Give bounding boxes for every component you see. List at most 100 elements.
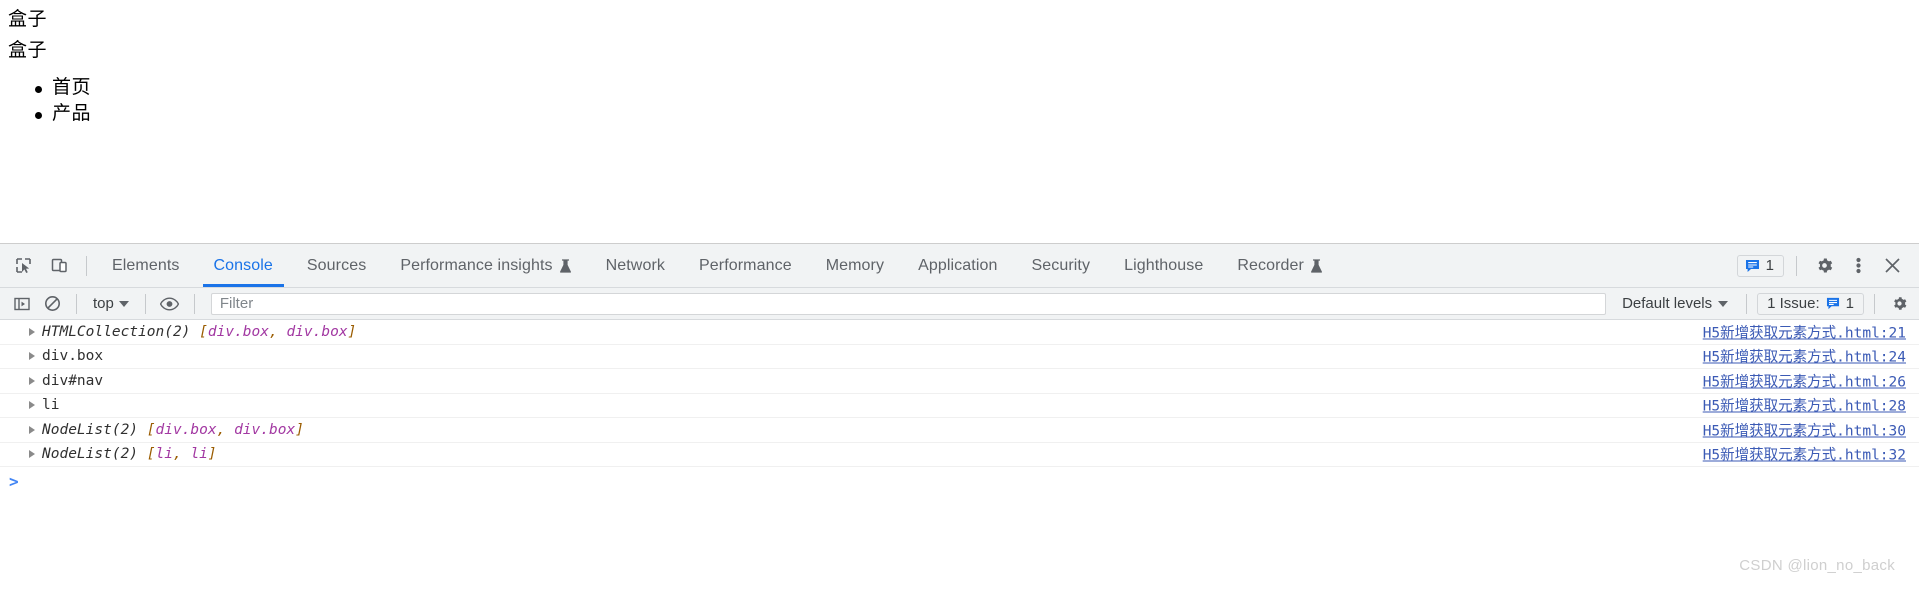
box-text-1: 盒子 — [8, 9, 48, 30]
console-filter-input[interactable] — [210, 292, 1607, 315]
node-token: li — [190, 446, 208, 462]
bracket-close: ] — [347, 323, 357, 340]
chevron-down-icon — [1718, 300, 1729, 307]
tab-application[interactable]: Application — [901, 244, 1014, 287]
console-message-text: NodeList(2) [div.box, div.box] — [42, 421, 304, 438]
flask-icon — [559, 259, 572, 274]
tab-label: Console — [213, 256, 273, 274]
tab-label: Application — [918, 256, 998, 274]
issues-button[interactable]: 1 Issue: 1 — [1757, 292, 1864, 315]
tab-recorder[interactable]: Recorder — [1220, 244, 1340, 287]
console-message-prefix: NodeList(2) — [42, 421, 147, 438]
source-link[interactable]: H5新增获取元素方式.html:30 — [1703, 419, 1906, 440]
expand-arrow-icon[interactable] — [29, 327, 35, 336]
execution-context-selector[interactable]: top — [87, 295, 135, 312]
log-levels-selector[interactable]: Default levels — [1614, 295, 1736, 312]
issues-count: 1 — [1845, 295, 1854, 312]
tab-label: Elements — [112, 256, 180, 274]
nav-item-home[interactable]: 首页 — [35, 75, 1919, 101]
tab-memory[interactable]: Memory — [809, 244, 901, 287]
console-message-text: HTMLCollection(2) [div.box, div.box] — [42, 323, 357, 340]
source-link[interactable]: H5新增获取元素方式.html:21 — [1703, 321, 1906, 342]
console-message-prefix: div.box — [42, 348, 104, 364]
source-link[interactable]: H5新增获取元素方式.html:28 — [1703, 395, 1906, 416]
page-viewport: 盒子 盒子 首页 产品 — [0, 0, 1919, 243]
node-token: li — [155, 446, 173, 462]
console-message-prefix: NodeList(2) — [42, 446, 147, 462]
tab-performance-insights[interactable]: Performance insights — [383, 244, 588, 287]
source-link[interactable]: H5新增获取元素方式.html:24 — [1703, 346, 1906, 367]
box-text-2: 盒子 — [8, 40, 48, 62]
comma-separator: , — [172, 446, 191, 462]
console-message-prefix: div#nav — [42, 372, 104, 389]
bracket-close: ] — [207, 446, 217, 462]
console-message-text: NodeList(2) [li, li] — [42, 447, 217, 462]
tab-label: Network — [605, 256, 665, 274]
message-count: 1 — [1765, 257, 1774, 274]
console-row[interactable]: NodeList(2) [li, li] H5新增获取元素方式.html:32 — [0, 443, 1919, 467]
log-levels-label: Default levels — [1622, 295, 1713, 312]
more-options-icon[interactable] — [1843, 251, 1873, 281]
expand-arrow-icon[interactable] — [29, 401, 35, 410]
devtools-toolbar-right: 1 — [1736, 244, 1919, 287]
console-filter-toolbar: top Default levels 1 Issue: 1 — [0, 288, 1919, 320]
tab-label: Sources — [306, 256, 367, 274]
console-prompt-input[interactable] — [26, 470, 1919, 492]
expand-arrow-icon[interactable] — [29, 425, 35, 434]
expand-arrow-icon[interactable] — [29, 450, 35, 459]
flask-icon — [1310, 259, 1323, 274]
filterbar-divider-4 — [1746, 293, 1748, 314]
close-devtools-icon[interactable] — [1877, 251, 1907, 281]
console-message-list[interactable]: HTMLCollection(2) [div.box, div.box] H5新… — [0, 320, 1919, 588]
issues-label: 1 Issue: — [1767, 295, 1820, 312]
console-row[interactable]: div.box H5新增获取元素方式.html:24 — [0, 345, 1919, 369]
node-token: div.box — [234, 421, 296, 438]
device-toolbar-icon[interactable] — [46, 253, 72, 279]
tab-label: Recorder — [1237, 256, 1304, 274]
tab-lighthouse[interactable]: Lighthouse — [1107, 244, 1220, 287]
devtools-tab-list: Elements Console Sources Performance ins… — [95, 244, 1340, 287]
console-row[interactable]: HTMLCollection(2) [div.box, div.box] H5新… — [0, 320, 1919, 345]
clear-console-icon[interactable] — [38, 291, 66, 317]
expand-arrow-icon[interactable] — [29, 376, 35, 385]
console-row[interactable]: NodeList(2) [div.box, div.box] H5新增获取元素方… — [0, 418, 1919, 443]
filterbar-divider-3 — [193, 293, 195, 314]
console-row[interactable]: div#nav H5新增获取元素方式.html:26 — [0, 369, 1919, 394]
tab-label: Lighthouse — [1124, 256, 1204, 274]
inspect-element-icon[interactable] — [10, 253, 36, 279]
tab-network[interactable]: Network — [589, 244, 682, 287]
console-prompt-row[interactable]: > — [0, 467, 1919, 495]
message-icon — [1745, 259, 1760, 273]
chevron-down-icon — [118, 300, 129, 307]
tab-label: Memory — [825, 256, 885, 274]
bracket-open: [ — [146, 421, 156, 438]
tab-performance[interactable]: Performance — [682, 244, 809, 287]
tab-security[interactable]: Security — [1014, 244, 1107, 287]
nav-item-product[interactable]: 产品 — [35, 101, 1919, 127]
settings-gear-icon[interactable] — [1809, 251, 1839, 281]
console-sidebar-icon[interactable] — [8, 291, 36, 317]
tab-elements[interactable]: Elements — [95, 244, 197, 287]
filterbar-divider-1 — [76, 293, 77, 314]
comma-separator: , — [268, 323, 287, 340]
devtools-tabbar: Elements Console Sources Performance ins… — [0, 244, 1919, 288]
watermark: CSDN @lion_no_back — [1739, 557, 1895, 574]
eye-icon[interactable] — [156, 291, 184, 317]
comma-separator: , — [216, 421, 235, 438]
source-link[interactable]: H5新增获取元素方式.html:26 — [1703, 370, 1906, 391]
tab-label: Security — [1031, 256, 1091, 274]
nav-list: 首页 产品 — [0, 75, 1919, 127]
tab-sources[interactable]: Sources — [290, 244, 383, 287]
execution-context-label: top — [93, 295, 114, 312]
console-message-text: div#nav — [42, 372, 104, 389]
filterbar-divider-2 — [144, 293, 146, 314]
source-link[interactable]: H5新增获取元素方式.html:32 — [1703, 444, 1906, 465]
console-row[interactable]: li H5新增获取元素方式.html:28 — [0, 394, 1919, 418]
console-message-badge[interactable]: 1 — [1736, 254, 1784, 277]
page-nav: 首页 产品 — [0, 75, 1919, 127]
console-settings-gear-icon[interactable] — [1885, 291, 1913, 317]
node-token: div.box — [155, 421, 217, 438]
bracket-open: [ — [146, 446, 156, 462]
tab-console[interactable]: Console — [197, 244, 290, 287]
expand-arrow-icon[interactable] — [29, 352, 35, 361]
